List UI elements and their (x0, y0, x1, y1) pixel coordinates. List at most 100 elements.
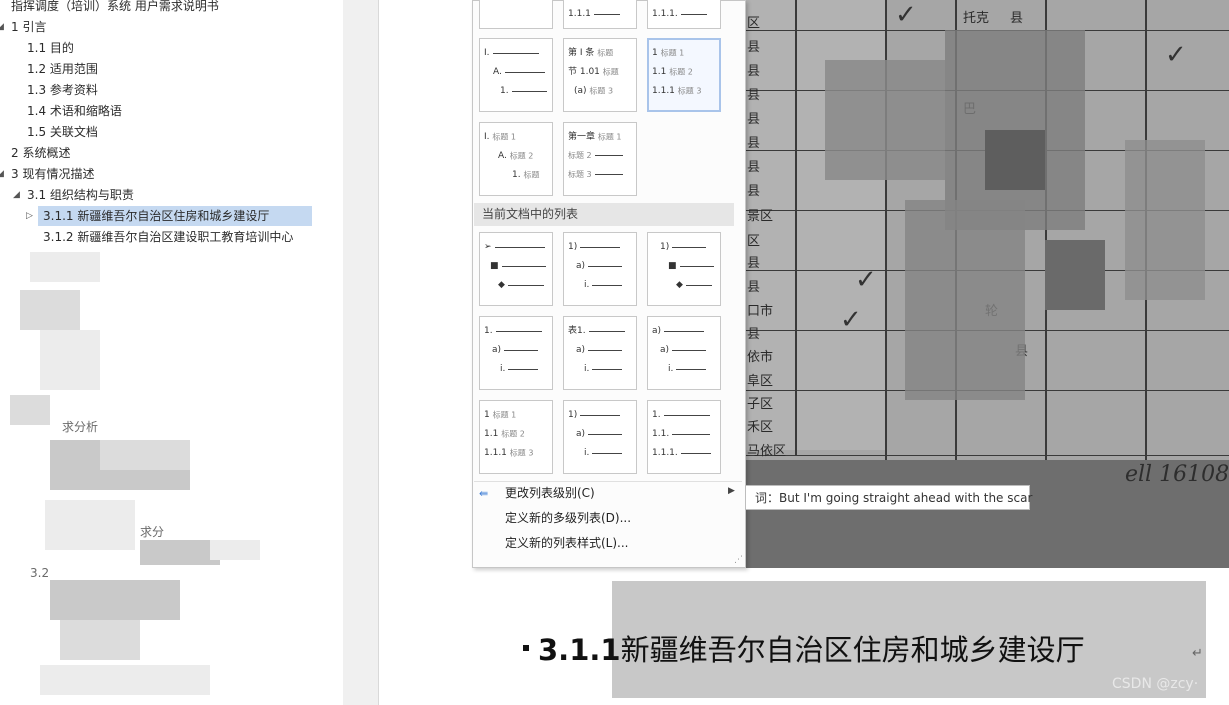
multilevel-list-gallery: 1.1.1 1.1.1. I. A. 1. 第 I 条 标题 节 1.01 标题… (472, 0, 746, 568)
tile-row-label: (a) (574, 86, 587, 96)
document-heading[interactable]: 3.1.1新疆维吾尔自治区住房和城乡建设厅 (538, 627, 1085, 669)
nav-heading-1-3[interactable]: 1.3 参考资料 (27, 80, 98, 100)
embedded-photo: 区 托克 县 县 县 巴 县 县 县 县 县 景区 区 县 县 口市 县 依市 … (745, 0, 1229, 568)
document-list-tile[interactable]: 1) a) i. (563, 232, 637, 306)
photo-line (745, 455, 1229, 456)
list-library-tile[interactable]: 1.1.1 (563, 0, 637, 29)
tile-row-label: 1 (652, 48, 658, 58)
list-library-tile[interactable]: I. 标题 1 A. 标题 2 1. 标题 (479, 122, 553, 196)
photo-label: 县 (747, 88, 761, 103)
blurred-region (30, 252, 100, 282)
translation-tooltip: 词：But I'm going straight ahead with the … (745, 485, 1032, 510)
nav-label: 3.1 组织结构与职责 (27, 188, 134, 202)
list-library-tile[interactable]: 1.1.1. (647, 0, 721, 29)
photo-label: 县 (747, 256, 761, 271)
nav-heading-3-1-1-selected[interactable]: ▷ 3.1.1 新疆维吾尔自治区住房和城乡建设厅 (26, 206, 312, 226)
tile-row-label: 第 I 条 (568, 48, 595, 58)
navigation-scrollbar[interactable] (343, 0, 378, 705)
heading-number: 3.1.1 (538, 633, 621, 667)
blurred-region (100, 440, 190, 470)
collapse-icon[interactable]: ◢ (13, 185, 20, 205)
photo-label: 县 (747, 64, 761, 79)
tile-row-label: a) (660, 345, 670, 355)
change-list-level-menu-item[interactable]: 更改列表级别(C) (505, 482, 595, 504)
blurred-text: 求分 (140, 525, 165, 539)
blurred-text: 3.2 (30, 566, 50, 580)
submenu-arrow-icon: ▶ (728, 486, 735, 496)
photo-label: 县 (747, 40, 761, 55)
tile-row-label: I. (484, 48, 490, 58)
tile-style-label: 标题 (602, 67, 619, 77)
document-list-tile[interactable]: 1. 1.1. 1.1.1. (647, 400, 721, 474)
blurred-region (50, 580, 180, 620)
nav-heading-1-4[interactable]: 1.4 术语和缩略语 (27, 101, 122, 121)
tile-row-label: 1. (512, 170, 521, 180)
nav-heading-1-5[interactable]: 1.5 关联文档 (27, 122, 98, 142)
document-list-tile[interactable]: ➢ ■ ◆ (479, 232, 553, 306)
tile-row-label: i. (584, 280, 590, 290)
nav-heading-3-1-2[interactable]: 3.1.2 新疆维吾尔自治区建设职工教育培训中心 (43, 227, 293, 247)
pixelated-area (985, 130, 1045, 190)
nav-heading-1-2[interactable]: 1.2 适用范围 (27, 59, 98, 79)
nav-label: 3.1.1 新疆维吾尔自治区住房和城乡建设厅 (43, 209, 270, 223)
nav-heading-3[interactable]: ◢ 3 现有情况描述 (0, 164, 95, 184)
photo-label: 子区 (747, 397, 774, 412)
list-library-tile[interactable]: 第 I 条 标题 节 1.01 标题 (a) 标题 3 (563, 38, 637, 112)
tile-row-label: a) (652, 326, 662, 336)
nav-document-title[interactable]: 指挥调度（培训）系统 用户需求说明书 (11, 0, 219, 16)
photo-label: 禾区 (747, 420, 774, 435)
nav-label: 3 现有情况描述 (11, 167, 95, 181)
tile-row-label: 1.1. (652, 429, 670, 439)
define-multilevel-list-menu-item[interactable]: 定义新的多级列表(D)... (505, 507, 631, 529)
tile-row-label: 表1. (568, 326, 586, 336)
tile-row-label: ◆ (498, 280, 505, 290)
document-list-tile[interactable]: 1 标题 1 1.1 标题 2 1.1.1 标题 3 (479, 400, 553, 474)
section-header-current-document-lists: 当前文档中的列表 (474, 203, 734, 226)
blurred-region (40, 665, 210, 695)
tile-row-label: 第一章 (568, 132, 596, 142)
tile-row-label: A. (493, 67, 502, 77)
list-library-tile[interactable]: 第一章 标题 1 标题 2 标题 3 (563, 122, 637, 196)
list-library-tile[interactable]: I. A. 1. (479, 38, 553, 112)
blurred-region (140, 540, 220, 565)
tile-row-label: a) (492, 345, 502, 355)
document-list-tile[interactable]: 1) ■ ◆ (647, 232, 721, 306)
tile-row-label: 1 (484, 410, 490, 420)
tile-row-label: 1) (568, 410, 578, 420)
document-list-tile[interactable]: 1. a) i. (479, 316, 553, 390)
tile-row-label: 1.1 (484, 429, 499, 439)
resize-grip-icon[interactable]: ⋰ (734, 555, 743, 565)
pixelated-area (825, 60, 945, 180)
pixelated-area (905, 200, 1025, 400)
collapse-icon[interactable]: ◢ (0, 164, 4, 184)
tile-row-label: 1) (660, 242, 670, 252)
document-list-tile[interactable]: a) a) i. (647, 316, 721, 390)
tile-style-label: 标题 2 (509, 151, 534, 161)
expand-icon[interactable]: ▷ (26, 206, 33, 226)
list-library-tile[interactable] (479, 0, 553, 29)
tile-style-label: 标题 1 (660, 48, 685, 58)
blurred-region (60, 620, 140, 660)
pixelated-area (1045, 240, 1105, 310)
photo-label: 口市 (747, 304, 774, 319)
nav-heading-1-1[interactable]: 1.1 目的 (27, 38, 74, 58)
tile-row-label: i. (500, 364, 506, 374)
nav-heading-1[interactable]: ◢ 1 引言 (0, 17, 46, 37)
photo-label: 县 (747, 280, 761, 295)
tile-row-label: 1. (484, 326, 493, 336)
nav-heading-3-1[interactable]: ◢ 3.1 组织结构与职责 (13, 185, 134, 205)
tile-style-label: 标题 1 (492, 132, 517, 142)
tile-row-label: ■ (668, 261, 677, 271)
nav-heading-2[interactable]: 2 系统概述 (11, 143, 70, 163)
document-list-tile[interactable]: 表1. a) i. (563, 316, 637, 390)
collapse-icon[interactable]: ◢ (0, 17, 4, 37)
photo-label: 县 (1010, 11, 1024, 26)
tile-style-label: 标题 3 (677, 86, 702, 96)
tile-style-label: 标题 1 (492, 410, 517, 420)
photo-line (795, 0, 797, 455)
photo-label: 县 (747, 184, 761, 199)
tile-row-label: ■ (490, 261, 499, 271)
define-list-style-menu-item[interactable]: 定义新的列表样式(L)... (505, 532, 629, 554)
list-library-tile-selected[interactable]: 1 标题 1 1.1 标题 2 1.1.1 标题 3 (647, 38, 721, 112)
document-list-tile[interactable]: 1) a) i. (563, 400, 637, 474)
